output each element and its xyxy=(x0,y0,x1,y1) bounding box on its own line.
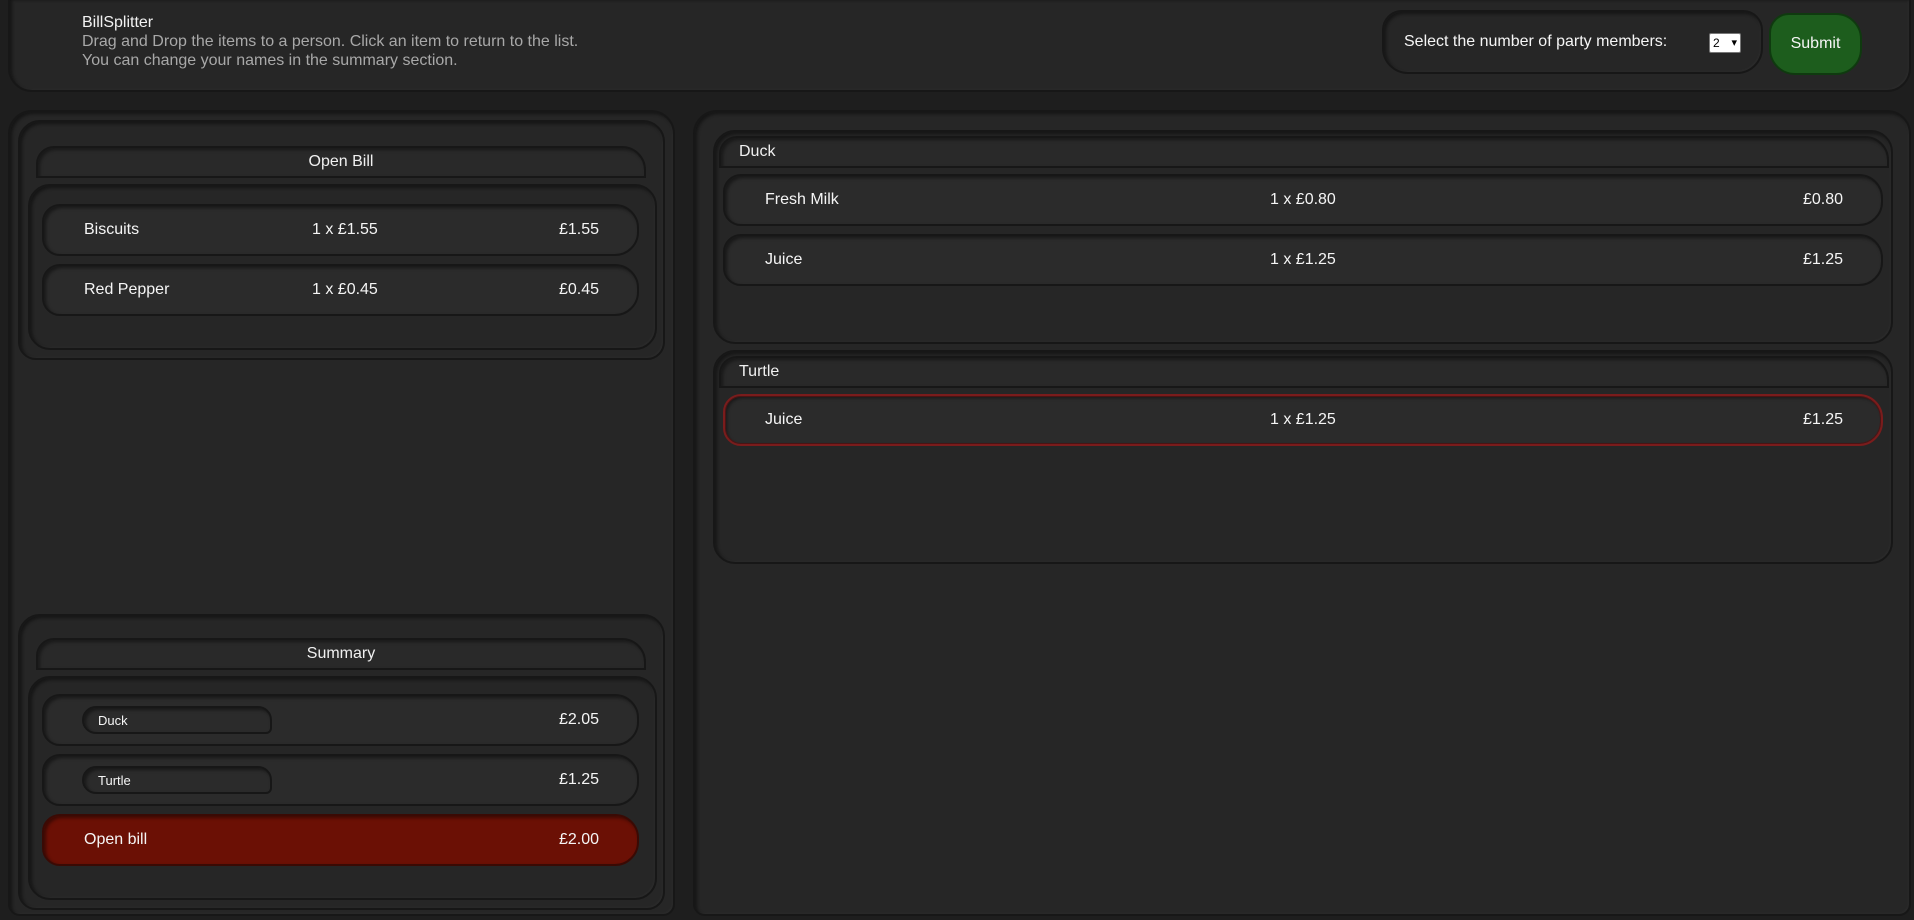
person-name: Turtle xyxy=(739,363,780,380)
list-item[interactable]: Fresh Milk 1 x £0.80 £0.80 xyxy=(723,174,1883,226)
person-name-input[interactable]: Duck xyxy=(82,706,272,734)
person-card-duck[interactable]: Duck Fresh Milk 1 x £0.80 £0.80 Juice 1 … xyxy=(713,130,1893,344)
open-bill-title: Open Bill xyxy=(36,146,646,178)
app-title: BillSplitter xyxy=(82,14,154,31)
open-bill-total: £2.00 xyxy=(558,831,599,848)
person-card-turtle[interactable]: Turtle Juice 1 x £1.25 £1.25 xyxy=(713,350,1893,564)
item-name: Juice xyxy=(765,411,803,428)
open-bill-label: Open bill xyxy=(84,831,148,848)
summary-row-turtle: Turtle £1.25 xyxy=(42,754,639,806)
item-total: £1.25 xyxy=(1802,251,1843,268)
item-qty: 1 x £1.25 xyxy=(1270,411,1336,428)
summary-row-duck: Duck £2.05 xyxy=(42,694,639,746)
person-total: £1.25 xyxy=(558,771,599,788)
instruction-text-2: You can change your names in the summary… xyxy=(82,52,458,69)
item-name: Biscuits xyxy=(84,221,140,238)
list-item[interactable]: Red Pepper 1 x £0.45 £0.45 xyxy=(42,264,639,316)
party-members-select[interactable]: 2 ▾ xyxy=(1709,33,1741,53)
summary-section: Summary Duck £2.05 Turtle £1.25 Open bil… xyxy=(18,614,665,910)
app-header: BillSplitter Drag and Drop the items to … xyxy=(8,0,1911,92)
list-item[interactable]: Biscuits 1 x £1.55 £1.55 xyxy=(42,204,639,256)
party-members-label: Select the number of party members: xyxy=(1404,33,1668,50)
open-bill-list[interactable]: Biscuits 1 x £1.55 £1.55 Red Pepper 1 x … xyxy=(28,184,657,350)
person-name: Duck xyxy=(739,143,776,160)
summary-row-open-bill: Open bill £2.00 xyxy=(42,814,639,866)
item-total: £0.45 xyxy=(558,281,599,298)
item-total: £0.80 xyxy=(1802,191,1843,208)
instruction-text-1: Drag and Drop the items to a person. Cli… xyxy=(82,33,579,50)
item-qty: 1 x £0.45 xyxy=(312,281,378,298)
summary-title: Summary xyxy=(36,638,646,670)
open-bill-section: Open Bill Biscuits 1 x £1.55 £1.55 Red P… xyxy=(18,120,665,360)
submit-button[interactable]: Submit xyxy=(1769,13,1862,75)
item-name: Fresh Milk xyxy=(765,191,839,208)
chevron-down-icon: ▾ xyxy=(1731,37,1737,49)
summary-title-text: Summary xyxy=(306,645,376,662)
item-name: Red Pepper xyxy=(84,281,170,298)
person-title: Duck xyxy=(719,136,1889,168)
item-qty: 1 x £1.25 xyxy=(1270,251,1336,268)
party-members-control: Select the number of party members: 2 ▾ xyxy=(1382,10,1763,74)
item-total: £1.55 xyxy=(558,221,599,238)
party-members-value: 2 xyxy=(1713,36,1720,50)
right-column: Duck Fresh Milk 1 x £0.80 £0.80 Juice 1 … xyxy=(693,110,1911,916)
list-item[interactable]: Juice 1 x £1.25 £1.25 xyxy=(723,234,1883,286)
item-total: £1.25 xyxy=(1802,411,1843,428)
list-item[interactable]: Juice 1 x £1.25 £1.25 xyxy=(723,394,1883,446)
person-title: Turtle xyxy=(719,356,1889,388)
summary-list: Duck £2.05 Turtle £1.25 Open bill £2.00 xyxy=(28,676,657,900)
left-column: Open Bill Biscuits 1 x £1.55 £1.55 Red P… xyxy=(8,110,675,916)
item-qty: 1 x £1.55 xyxy=(312,221,378,238)
item-name: Juice xyxy=(765,251,803,268)
person-name-input[interactable]: Turtle xyxy=(82,766,272,794)
open-bill-title-text: Open Bill xyxy=(308,153,374,170)
person-total: £2.05 xyxy=(558,711,599,728)
item-qty: 1 x £0.80 xyxy=(1270,191,1336,208)
